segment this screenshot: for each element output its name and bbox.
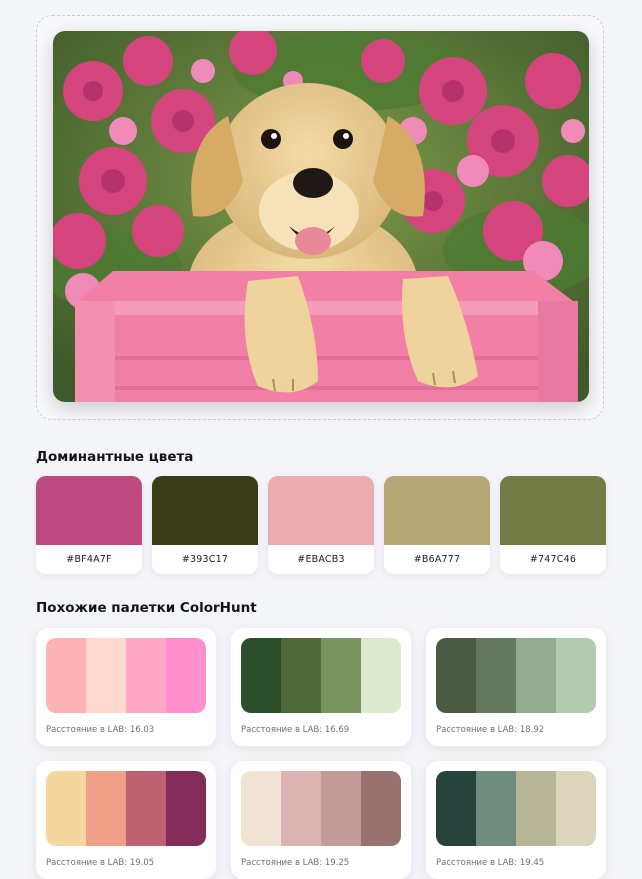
palette-card[interactable]: Расстояние в LAB: 18.92 <box>426 628 606 746</box>
palette-strip <box>46 638 206 713</box>
swatch-hex-label: #BF4A7F <box>66 554 112 565</box>
palette-color <box>436 771 476 846</box>
palette-card[interactable]: Расстояние в LAB: 19.05 <box>36 761 216 879</box>
palette-color <box>86 638 126 713</box>
palette-color <box>436 638 476 713</box>
palette-color <box>126 771 166 846</box>
palette-color <box>46 638 86 713</box>
palette-color <box>46 771 86 846</box>
palette-color <box>476 638 516 713</box>
dominant-colors-row: #BF4A7F #393C17 #EBACB3 #B6A777 #747C46 <box>36 476 606 574</box>
dominant-color-swatch[interactable]: #393C17 <box>152 476 258 574</box>
palette-color <box>321 771 361 846</box>
palette-distance-label: Расстояние в LAB: 19.45 <box>436 858 545 868</box>
swatch-color-block <box>36 476 142 545</box>
swatch-hex-label: #393C17 <box>181 554 229 565</box>
dominant-color-swatch[interactable]: #B6A777 <box>384 476 490 574</box>
palette-strip <box>46 771 206 846</box>
palette-distance-label: Расстояние в LAB: 16.03 <box>46 725 155 735</box>
palette-color <box>476 771 516 846</box>
palette-card[interactable]: Расстояние в LAB: 19.25 <box>231 761 411 879</box>
palette-card[interactable]: Расстояние в LAB: 19.45 <box>426 761 606 879</box>
swatch-color-block <box>268 476 374 545</box>
palette-distance-label: Расстояние в LAB: 19.25 <box>241 858 350 868</box>
palette-color <box>361 638 401 713</box>
palette-strip <box>241 771 401 846</box>
palette-strip <box>436 638 596 713</box>
palette-color <box>166 638 206 713</box>
palette-color <box>281 771 321 846</box>
palette-distance-label: Расстояние в LAB: 16.69 <box>241 725 350 735</box>
uploaded-photo <box>53 31 589 402</box>
palette-color <box>556 638 596 713</box>
palette-color <box>241 771 281 846</box>
palette-card[interactable]: Расстояние в LAB: 16.69 <box>231 628 411 746</box>
palette-color <box>516 638 556 713</box>
dominant-color-swatch[interactable]: #747C46 <box>500 476 606 574</box>
palette-color <box>516 771 556 846</box>
palette-strip <box>436 771 596 846</box>
swatch-color-block <box>500 476 606 545</box>
palette-color <box>281 638 321 713</box>
dominant-color-swatch[interactable]: #EBACB3 <box>268 476 374 574</box>
swatch-color-block <box>152 476 258 545</box>
swatch-hex-label: #B6A777 <box>413 554 461 565</box>
palette-color <box>321 638 361 713</box>
palette-distance-label: Расстояние в LAB: 18.92 <box>436 725 545 735</box>
palette-color <box>86 771 126 846</box>
palette-color <box>361 771 401 846</box>
palette-color <box>166 771 206 846</box>
similar-palettes-title: Похожие палетки ColorHunt <box>36 600 257 616</box>
swatch-color-block <box>384 476 490 545</box>
palette-card[interactable]: Расстояние в LAB: 16.03 <box>36 628 216 746</box>
dominant-colors-title: Доминантные цвета <box>36 449 194 465</box>
palette-strip <box>241 638 401 713</box>
image-upload-area[interactable] <box>36 15 604 420</box>
swatch-hex-label: #747C46 <box>529 554 577 565</box>
dominant-color-swatch[interactable]: #BF4A7F <box>36 476 142 574</box>
palette-color <box>556 771 596 846</box>
similar-palettes-grid: Расстояние в LAB: 16.03 Расстояние в LAB:… <box>36 628 606 879</box>
swatch-hex-label: #EBACB3 <box>297 554 345 565</box>
palette-distance-label: Расстояние в LAB: 19.05 <box>46 858 155 868</box>
palette-color <box>241 638 281 713</box>
palette-color <box>126 638 166 713</box>
